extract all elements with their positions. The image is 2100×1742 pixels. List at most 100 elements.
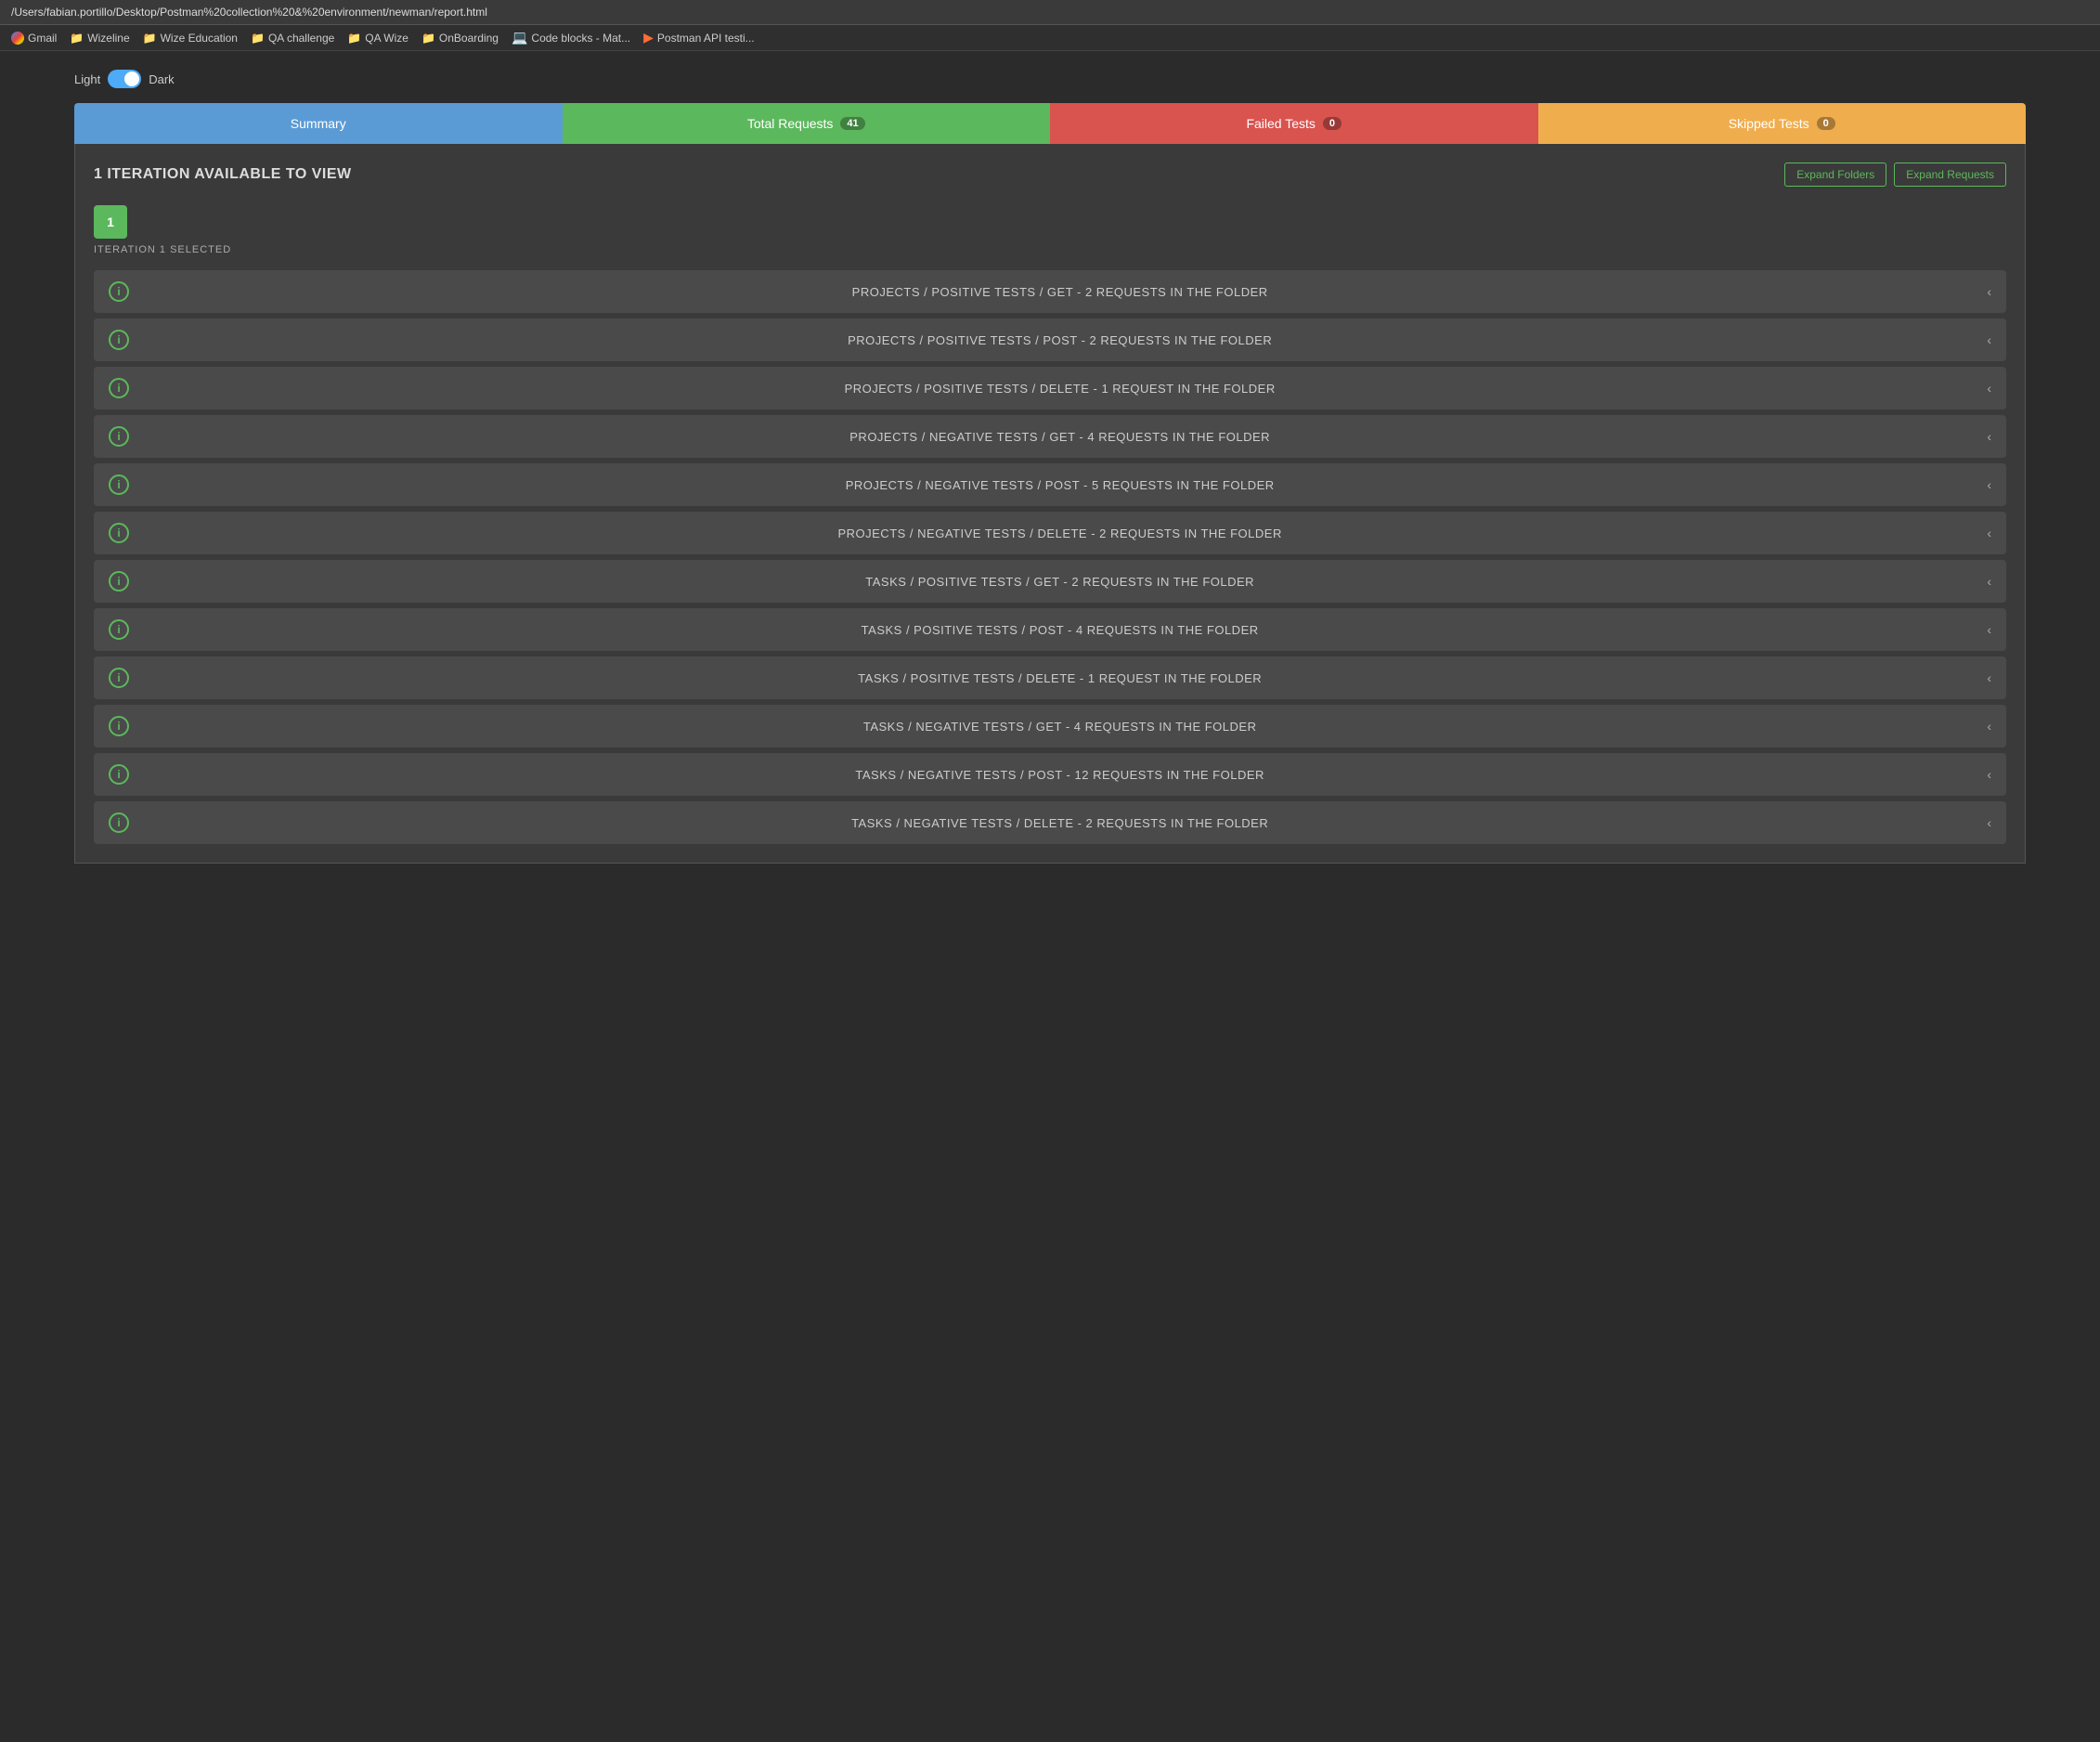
- chevron-icon-8: ‹: [1987, 670, 1991, 685]
- panel-header: 1 ITERATION AVAILABLE TO VIEW Expand Fol…: [94, 162, 2006, 187]
- folder-row-1[interactable]: i PROJECTS / POSITIVE TESTS / POST - 2 R…: [94, 318, 2006, 361]
- bookmark-code-blocks[interactable]: 💻 Code blocks - Mat...: [512, 30, 630, 46]
- code-icon: 💻: [512, 30, 527, 46]
- tab-failed-label: Failed Tests: [1246, 116, 1315, 131]
- info-icon-5: i: [109, 523, 129, 543]
- tab-total-badge: 41: [840, 117, 864, 130]
- info-icon-1: i: [109, 330, 129, 350]
- chevron-icon-5: ‹: [1987, 526, 1991, 540]
- bookmark-qa-challenge[interactable]: 📁 QA challenge: [251, 32, 334, 45]
- folder-name-0: PROJECTS / POSITIVE TESTS / GET - 2 REQU…: [144, 285, 1976, 299]
- folder-row-10[interactable]: i TASKS / NEGATIVE TESTS / POST - 12 REQ…: [94, 753, 2006, 796]
- info-icon-4: i: [109, 474, 129, 495]
- folder-row-9[interactable]: i TASKS / NEGATIVE TESTS / GET - 4 REQUE…: [94, 705, 2006, 748]
- chevron-icon-0: ‹: [1987, 284, 1991, 299]
- folder-name-3: PROJECTS / NEGATIVE TESTS / GET - 4 REQU…: [144, 430, 1976, 444]
- postman-icon: ▶: [643, 30, 654, 46]
- theme-toggle-switch[interactable]: [108, 70, 141, 88]
- bookmark-wizeline[interactable]: 📁 Wizeline: [70, 32, 129, 45]
- folder-name-11: TASKS / NEGATIVE TESTS / DELETE - 2 REQU…: [144, 816, 1976, 830]
- bookmark-onboarding[interactable]: 📁 OnBoarding: [421, 32, 499, 45]
- iteration-selector: 1 ITERATION 1 SELECTED: [94, 205, 2006, 255]
- tab-failed-badge: 0: [1323, 117, 1342, 130]
- info-icon-11: i: [109, 812, 129, 833]
- tab-skipped-label: Skipped Tests: [1729, 116, 1809, 131]
- page-content: Light Dark Summary Total Requests 41 Fai…: [0, 51, 2100, 901]
- bookmark-wizeline-label: Wizeline: [87, 32, 129, 45]
- folder-row-4[interactable]: i PROJECTS / NEGATIVE TESTS / POST - 5 R…: [94, 463, 2006, 506]
- folder-name-4: PROJECTS / NEGATIVE TESTS / POST - 5 REQ…: [144, 478, 1976, 492]
- main-panel: 1 ITERATION AVAILABLE TO VIEW Expand Fol…: [74, 144, 2026, 864]
- bookmark-gmail[interactable]: Gmail: [11, 32, 57, 45]
- bookmark-code-blocks-label: Code blocks - Mat...: [531, 32, 630, 45]
- folder-row-2[interactable]: i PROJECTS / POSITIVE TESTS / DELETE - 1…: [94, 367, 2006, 410]
- expand-buttons: Expand Folders Expand Requests: [1784, 162, 2006, 187]
- info-icon-2: i: [109, 378, 129, 398]
- folder-name-6: TASKS / POSITIVE TESTS / GET - 2 REQUEST…: [144, 575, 1976, 589]
- light-label: Light: [74, 72, 100, 86]
- tab-total-requests[interactable]: Total Requests 41: [563, 103, 1051, 144]
- bookmark-wize-education-label: Wize Education: [161, 32, 238, 45]
- gmail-icon: [11, 32, 24, 45]
- info-icon-6: i: [109, 571, 129, 592]
- info-icon-9: i: [109, 716, 129, 736]
- folder-row-6[interactable]: i TASKS / POSITIVE TESTS / GET - 2 REQUE…: [94, 560, 2006, 603]
- folder-icon: 📁: [70, 32, 84, 45]
- info-icon-10: i: [109, 764, 129, 785]
- tab-summary-label: Summary: [291, 116, 346, 131]
- folder-name-1: PROJECTS / POSITIVE TESTS / POST - 2 REQ…: [144, 333, 1976, 347]
- tab-summary[interactable]: Summary: [74, 103, 563, 144]
- tab-skipped-tests[interactable]: Skipped Tests 0: [1538, 103, 2027, 144]
- info-icon-3: i: [109, 426, 129, 447]
- folder-icon-3: 📁: [251, 32, 265, 45]
- bookmarks-bar: Gmail 📁 Wizeline 📁 Wize Education 📁 QA c…: [0, 25, 2100, 51]
- info-icon-0: i: [109, 281, 129, 302]
- browser-bar: /Users/fabian.portillo/Desktop/Postman%2…: [0, 0, 2100, 25]
- bookmark-qa-wize[interactable]: 📁 QA Wize: [347, 32, 408, 45]
- chevron-icon-3: ‹: [1987, 429, 1991, 444]
- info-icon-7: i: [109, 619, 129, 640]
- folder-row-3[interactable]: i PROJECTS / NEGATIVE TESTS / GET - 4 RE…: [94, 415, 2006, 458]
- chevron-icon-10: ‹: [1987, 767, 1991, 782]
- folder-row-0[interactable]: i PROJECTS / POSITIVE TESTS / GET - 2 RE…: [94, 270, 2006, 313]
- folder-row-5[interactable]: i PROJECTS / NEGATIVE TESTS / DELETE - 2…: [94, 512, 2006, 554]
- chevron-icon-9: ‹: [1987, 719, 1991, 734]
- tab-failed-tests[interactable]: Failed Tests 0: [1050, 103, 1538, 144]
- expand-requests-button[interactable]: Expand Requests: [1894, 162, 2006, 187]
- chevron-icon-6: ‹: [1987, 574, 1991, 589]
- folder-row-11[interactable]: i TASKS / NEGATIVE TESTS / DELETE - 2 RE…: [94, 801, 2006, 844]
- chevron-icon-1: ‹: [1987, 332, 1991, 347]
- tab-total-label: Total Requests: [747, 116, 834, 131]
- bookmark-qa-challenge-label: QA challenge: [268, 32, 334, 45]
- bookmark-qa-wize-label: QA Wize: [365, 32, 408, 45]
- expand-folders-button[interactable]: Expand Folders: [1784, 162, 1886, 187]
- bookmark-wize-education[interactable]: 📁 Wize Education: [143, 32, 238, 45]
- bookmark-postman[interactable]: ▶ Postman API testi...: [643, 30, 755, 46]
- dark-label: Dark: [149, 72, 174, 86]
- folder-name-7: TASKS / POSITIVE TESTS / POST - 4 REQUES…: [144, 623, 1976, 637]
- panel-title: 1 ITERATION AVAILABLE TO VIEW: [94, 166, 352, 183]
- folder-row-8[interactable]: i TASKS / POSITIVE TESTS / DELETE - 1 RE…: [94, 656, 2006, 699]
- bookmark-gmail-label: Gmail: [28, 32, 57, 45]
- tabs-container: Summary Total Requests 41 Failed Tests 0…: [74, 103, 2026, 144]
- chevron-icon-7: ‹: [1987, 622, 1991, 637]
- folder-row-7[interactable]: i TASKS / POSITIVE TESTS / POST - 4 REQU…: [94, 608, 2006, 651]
- bookmark-postman-label: Postman API testi...: [657, 32, 755, 45]
- folder-name-2: PROJECTS / POSITIVE TESTS / DELETE - 1 R…: [144, 382, 1976, 396]
- folder-name-10: TASKS / NEGATIVE TESTS / POST - 12 REQUE…: [144, 768, 1976, 782]
- folder-list: i PROJECTS / POSITIVE TESTS / GET - 2 RE…: [94, 270, 2006, 844]
- folder-name-9: TASKS / NEGATIVE TESTS / GET - 4 REQUEST…: [144, 720, 1976, 734]
- chevron-icon-4: ‹: [1987, 477, 1991, 492]
- folder-icon-5: 📁: [421, 32, 435, 45]
- iteration-1-button[interactable]: 1: [94, 205, 127, 239]
- chevron-icon-11: ‹: [1987, 815, 1991, 830]
- folder-name-8: TASKS / POSITIVE TESTS / DELETE - 1 REQU…: [144, 671, 1976, 685]
- theme-toggle: Light Dark: [74, 70, 2026, 88]
- iteration-selected-label: ITERATION 1 SELECTED: [94, 244, 2006, 255]
- folder-icon-4: 📁: [347, 32, 361, 45]
- folder-icon-2: 📁: [143, 32, 157, 45]
- folder-name-5: PROJECTS / NEGATIVE TESTS / DELETE - 2 R…: [144, 526, 1976, 540]
- info-icon-8: i: [109, 668, 129, 688]
- url-bar: /Users/fabian.portillo/Desktop/Postman%2…: [11, 6, 487, 19]
- chevron-icon-2: ‹: [1987, 381, 1991, 396]
